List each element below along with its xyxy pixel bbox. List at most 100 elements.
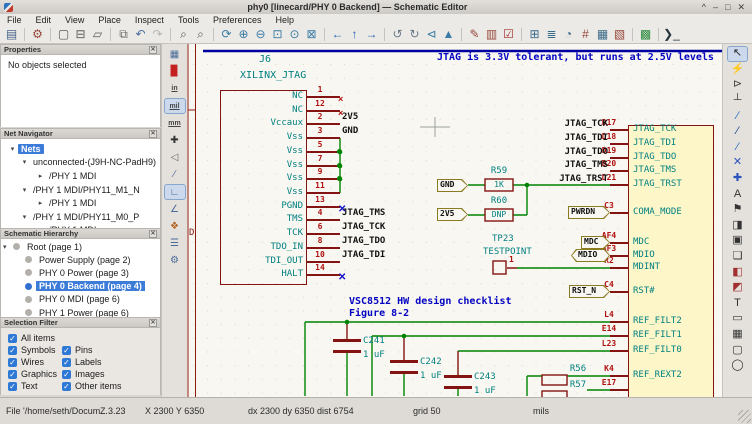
toolbar-icon[interactable]: ✚	[165, 134, 185, 148]
toolbar-icon[interactable]: ∕	[728, 140, 747, 154]
tree-caret-icon[interactable]: ▸	[35, 172, 46, 180]
toolbar-icon[interactable]: →	[363, 27, 380, 42]
toolbar-icon[interactable]: ∠	[165, 202, 185, 216]
ic-pin-row[interactable]: R2 MDINT	[538, 256, 720, 280]
hierarchy-item[interactable]: PHY 1 Power (page 6)	[15, 306, 161, 317]
close-icon[interactable]	[149, 230, 157, 238]
testpoint-ref[interactable]: TP23	[492, 234, 514, 244]
toolbar-icon[interactable]: ▭	[728, 312, 747, 326]
global-label-rstn[interactable]: RST_N	[569, 285, 610, 298]
toolbar-icon[interactable]: #	[577, 27, 594, 42]
toolbar-icon[interactable]: ⧉	[115, 27, 132, 42]
toolbar-icon[interactable]: ⌕	[192, 27, 209, 42]
ic-pin-row[interactable]: L23 REF_FILT0	[538, 339, 720, 363]
toolbar-icon[interactable]: ▉	[165, 65, 185, 79]
filter-checkbox-item[interactable]: Symbols	[8, 344, 62, 356]
net-tree-item[interactable]: ▸ /PHY 1 MDI	[35, 196, 161, 210]
net-tree-item[interactable]: ▾ unconnected-(J9H-NC-PadH9)	[19, 156, 161, 170]
net-label[interactable]: JTAG_TDO	[342, 236, 385, 246]
toolbar-icon[interactable]: ⊠	[303, 27, 320, 42]
toolbar-icon[interactable]: ⊙	[286, 27, 303, 42]
toolbar-icon[interactable]: ↻	[406, 27, 423, 42]
toolbar-icon[interactable]: mil	[165, 99, 185, 113]
capacitor-symbol[interactable]: C243 1 uF	[444, 375, 524, 397]
checkbox-checked-icon[interactable]	[62, 382, 71, 391]
hierarchy-item[interactable]: PHY 0 MDI (page 6)	[15, 293, 161, 306]
toolbar-icon[interactable]: ▦	[594, 27, 611, 42]
window-control-button[interactable]: □	[725, 0, 730, 14]
toolbar-icon[interactable]: ┴	[728, 94, 747, 108]
toolbar-icon[interactable]: A	[728, 187, 747, 201]
filter-checkbox-item[interactable]: Graphics	[8, 368, 62, 380]
menu-item[interactable]: Inspect	[128, 15, 171, 25]
toolbar-icon[interactable]: ▱	[89, 27, 106, 42]
toolbar-icon[interactable]: ✎	[466, 27, 483, 42]
resistor-ref[interactable]: R60	[483, 196, 515, 206]
global-label-pwrdn[interactable]: PWRDN	[568, 206, 610, 219]
toolbar-icon[interactable]: ⊲	[423, 27, 440, 42]
toolbar-icon[interactable]: ▣	[728, 234, 747, 248]
tree-caret-icon[interactable]: ▾	[19, 186, 30, 194]
net-label[interactable]: JTAG_TDI	[342, 250, 385, 260]
net-label[interactable]: JTAG_TMS	[527, 160, 608, 170]
resistor-value[interactable]: 1K	[485, 180, 513, 189]
filter-checkbox-item[interactable]: Images	[62, 368, 160, 380]
ic-pin-row[interactable]: C3 COMA_MODE	[538, 201, 720, 225]
net-label[interactable]: 2V5	[342, 112, 358, 122]
toolbar-icon[interactable]: ↑	[346, 27, 363, 42]
toolbar-icon[interactable]: ◧	[728, 265, 747, 279]
tree-caret-icon[interactable]: ▾	[19, 213, 30, 221]
net-label[interactable]: GND	[342, 126, 358, 136]
toolbar-icon[interactable]: ▥	[483, 27, 500, 42]
toolbar-icon[interactable]: ▤	[3, 27, 20, 42]
resistor-ref[interactable]: R59	[483, 166, 515, 176]
filter-checkbox-item[interactable]: Labels	[62, 356, 160, 368]
filter-checkbox-item[interactable]: Text	[8, 380, 62, 392]
menu-item[interactable]: Tools	[171, 15, 206, 25]
toolbar-icon[interactable]: ⚑	[728, 203, 747, 217]
menu-item[interactable]: Preferences	[206, 15, 269, 25]
toolbar-icon[interactable]: ∟	[165, 185, 185, 199]
checkbox-checked-icon[interactable]	[62, 370, 71, 379]
net-label[interactable]: JTAG_TDO	[527, 147, 608, 157]
resistor-ref[interactable]: R57	[561, 380, 595, 390]
filter-checkbox-item[interactable]: Pins	[62, 344, 160, 356]
filter-checkbox-item[interactable]: Wires	[8, 356, 62, 368]
tree-caret-icon[interactable]: ▾	[19, 158, 30, 166]
net-tree-item[interactable]: ▾ /PHY 1 MDI/PHY11_M0_P	[19, 210, 161, 224]
toolbar-icon[interactable]: ◯	[728, 359, 747, 373]
net-tree-item[interactable]: ▾ Nets	[7, 142, 161, 156]
global-label-2v5[interactable]: 2V5	[437, 208, 468, 221]
menu-item[interactable]: View	[58, 15, 91, 25]
schematic-canvas[interactable]: D JTAG is 3.3V tolerant, but runs at 2.5…	[187, 44, 722, 397]
toolbar-icon[interactable]: ↷	[149, 27, 166, 42]
toolbar-icon[interactable]: ⊖	[252, 27, 269, 42]
toolbar-icon[interactable]: ⚡	[728, 62, 747, 76]
toolbar-icon[interactable]: ⚙	[165, 254, 185, 268]
toolbar-icon[interactable]: ∕	[728, 109, 747, 123]
toolbar-icon[interactable]: ⟳	[218, 27, 235, 42]
hierarchy-item[interactable]: PHY 0 Power (page 3)	[15, 266, 161, 279]
toolbar-icon[interactable]: ⊳	[728, 78, 747, 92]
toolbar-icon[interactable]: ❏	[728, 250, 747, 264]
toolbar-icon[interactable]: ◁	[165, 151, 185, 165]
filter-checkbox-item[interactable]: Other items	[62, 380, 160, 392]
toolbar-icon[interactable]: mm	[165, 116, 185, 130]
checkbox-checked-icon[interactable]	[62, 358, 71, 367]
toolbar-icon[interactable]: ☑	[500, 27, 517, 42]
testpoint-value[interactable]: TESTPOINT	[483, 247, 532, 257]
toolbar-icon[interactable]: ◩	[728, 281, 747, 295]
toolbar-icon[interactable]: ↺	[389, 27, 406, 42]
tree-caret-icon[interactable]: ▾	[3, 243, 13, 251]
toolbar-icon[interactable]: ⚙	[29, 27, 46, 42]
resize-grip[interactable]	[738, 410, 751, 423]
toolbar-icon[interactable]: ∕	[728, 125, 747, 139]
toolbar-icon[interactable]: ⊟	[72, 27, 89, 42]
menu-item[interactable]: Edit	[29, 15, 59, 25]
toolbar-icon[interactable]: T	[728, 296, 747, 310]
menu-item[interactable]: Place	[91, 15, 128, 25]
checkbox-checked-icon[interactable]	[8, 346, 17, 355]
toolbar-icon[interactable]: ↶	[132, 27, 149, 42]
tree-caret-icon[interactable]: ▸	[35, 199, 46, 207]
toolbar-icon[interactable]: ✕	[728, 156, 747, 170]
